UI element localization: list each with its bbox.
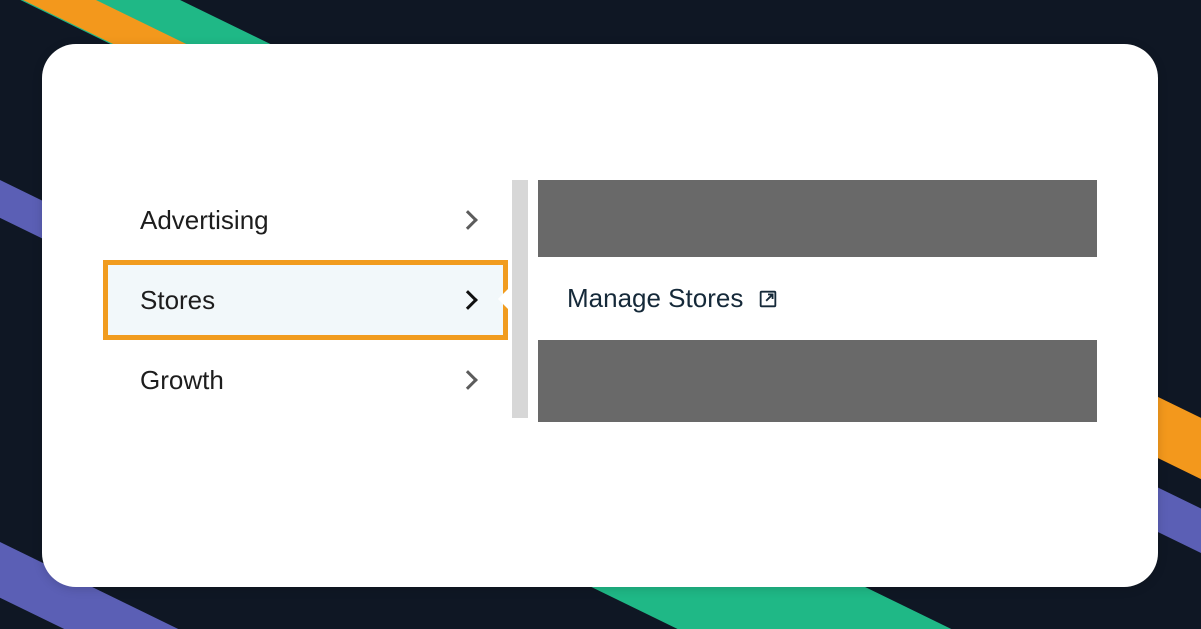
submenu-panel: Manage Stores (512, 180, 1097, 418)
main-card: Advertising Stores Growth Manage Stores (42, 44, 1158, 587)
submenu-item-manage-stores[interactable]: Manage Stores (528, 257, 1097, 340)
submenu-pointer-icon (498, 285, 512, 313)
external-link-icon (757, 288, 779, 310)
nav-item-growth[interactable]: Growth (103, 340, 508, 420)
chevron-right-icon (458, 370, 478, 390)
chevron-right-icon (458, 210, 478, 230)
scroll-rail (512, 180, 528, 418)
nav-item-label: Stores (140, 285, 215, 316)
chevron-right-icon (458, 290, 478, 310)
nav-item-stores[interactable]: Stores (103, 260, 508, 340)
panel-placeholder-bottom (538, 340, 1097, 422)
submenu-item-label: Manage Stores (567, 283, 743, 314)
nav-menu: Advertising Stores Growth (103, 180, 508, 420)
nav-item-advertising[interactable]: Advertising (103, 180, 508, 260)
nav-item-label: Growth (140, 365, 224, 396)
nav-item-label: Advertising (140, 205, 269, 236)
panel-placeholder-top (538, 180, 1097, 257)
